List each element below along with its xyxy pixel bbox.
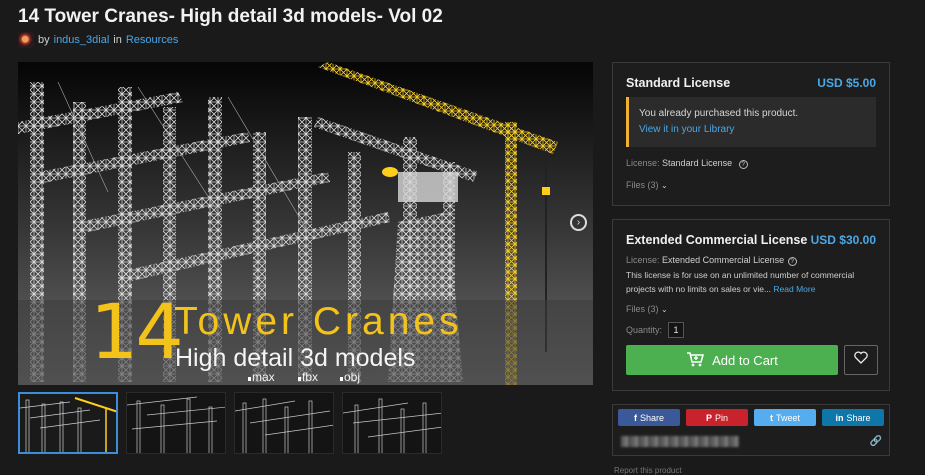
view-in-library-link[interactable]: View it in your Library — [639, 122, 866, 138]
license-value: Extended Commercial License — [662, 255, 785, 265]
help-icon[interactable]: ? — [738, 160, 748, 169]
by-label: by — [38, 34, 50, 46]
product-page: 14 Tower Cranes- High detail 3d models- … — [0, 0, 925, 475]
standard-license-card: Standard License USD $5.00 You already p… — [612, 62, 890, 206]
favorite-button[interactable] — [844, 345, 878, 375]
pinterest-pin-button[interactable]: P Pin — [686, 409, 748, 426]
add-to-cart-label: Add to Cart — [712, 352, 778, 368]
linkedin-icon: in — [835, 412, 844, 423]
chevron-right-icon: › — [576, 216, 581, 228]
format-fbx: fbx — [298, 371, 318, 383]
cart-icon — [686, 351, 705, 370]
in-label: in — [113, 34, 122, 46]
share-label: Share — [639, 412, 665, 423]
standard-license-header: Standard License USD $5.00 — [626, 76, 876, 90]
format-obj: obj — [340, 371, 360, 383]
extended-license-info: License: Extended Commercial License ? — [626, 255, 797, 266]
files-label: Files (3) — [626, 304, 659, 314]
files-dropdown[interactable]: Files (3) ⌄ — [626, 304, 668, 314]
share-url-field[interactable] — [621, 436, 739, 447]
purchased-notice-text: You already purchased this product. — [639, 108, 799, 119]
hero-headline: Tower Cranes — [174, 300, 463, 343]
thumbnail-1[interactable] — [18, 392, 118, 454]
help-icon[interactable]: ? — [787, 257, 797, 266]
license-description: This license is for use on an unlimited … — [626, 268, 881, 296]
extended-license-price: USD $30.00 — [810, 233, 876, 247]
facebook-icon: f — [633, 412, 637, 423]
linkedin-share-button[interactable]: in Share — [822, 409, 884, 426]
license-description-text: This license is for use on an unlimited … — [626, 270, 855, 294]
quantity-row: Quantity: 1 — [626, 322, 685, 338]
thumbnail-3[interactable] — [234, 392, 334, 454]
pinterest-icon: P — [705, 412, 712, 423]
add-to-cart-button[interactable]: Add to Cart — [626, 345, 838, 375]
heart-icon — [854, 351, 868, 369]
thumbnail-strip — [18, 392, 442, 454]
license-label: License: — [626, 255, 660, 265]
author-link[interactable]: indus_3dial — [54, 34, 110, 46]
standard-license-price: USD $5.00 — [817, 76, 876, 90]
quantity-input[interactable]: 1 — [668, 322, 685, 338]
byline: by indus_3dial in Resources — [18, 32, 178, 48]
twitter-tweet-button[interactable]: t Tweet — [754, 409, 816, 426]
quantity-label: Quantity: — [626, 325, 663, 335]
next-image-button[interactable]: › — [570, 214, 587, 231]
standard-license-info: License: Standard License ? — [626, 158, 748, 169]
product-title: 14 Tower Cranes- High detail 3d models- … — [18, 6, 443, 27]
extended-license-card: Extended Commercial License USD $30.00 L… — [612, 219, 890, 391]
thumbnail-image — [127, 393, 225, 453]
category-link[interactable]: Resources — [126, 34, 179, 46]
chevron-down-icon: ⌄ — [661, 305, 668, 314]
thumbnail-image — [235, 393, 333, 453]
thumbnail-4[interactable] — [342, 392, 442, 454]
hero-number: 14 — [90, 287, 184, 376]
files-dropdown[interactable]: Files (3) ⌄ — [626, 180, 668, 190]
chevron-down-icon: ⌄ — [661, 181, 668, 190]
extended-license-title: Extended Commercial License — [626, 233, 808, 247]
purchased-notice: You already purchased this product. View… — [626, 97, 876, 147]
product-hero-image[interactable]: 14 Tower Cranes High detail 3d models ma… — [18, 62, 593, 385]
extended-license-header: Extended Commercial License USD $30.00 — [626, 233, 876, 247]
share-buttons: f Share P Pin t Tweet in Share — [618, 409, 884, 426]
share-label: Share — [846, 412, 871, 423]
author-avatar[interactable] — [18, 32, 34, 48]
pin-label: Pin — [715, 412, 729, 423]
twitter-icon: t — [769, 412, 773, 423]
files-label: Files (3) — [626, 180, 659, 190]
standard-license-title: Standard License — [626, 76, 731, 90]
hero-subheadline: High detail 3d models — [175, 344, 416, 372]
share-card: f Share P Pin t Tweet in Share 🔗 — [612, 404, 890, 456]
tweet-label: Tweet — [775, 412, 800, 423]
license-label: License: — [626, 158, 660, 168]
facebook-share-button[interactable]: f Share — [618, 409, 680, 426]
thumbnail-image — [343, 393, 441, 453]
format-max: max — [248, 371, 275, 383]
thumbnail-image — [20, 394, 116, 452]
license-value: Standard License — [662, 158, 733, 168]
read-more-link[interactable]: Read More — [773, 284, 815, 294]
thumbnail-2[interactable] — [126, 392, 226, 454]
report-product-link[interactable]: Report this product — [614, 466, 682, 475]
link-icon[interactable]: 🔗 — [870, 436, 882, 447]
